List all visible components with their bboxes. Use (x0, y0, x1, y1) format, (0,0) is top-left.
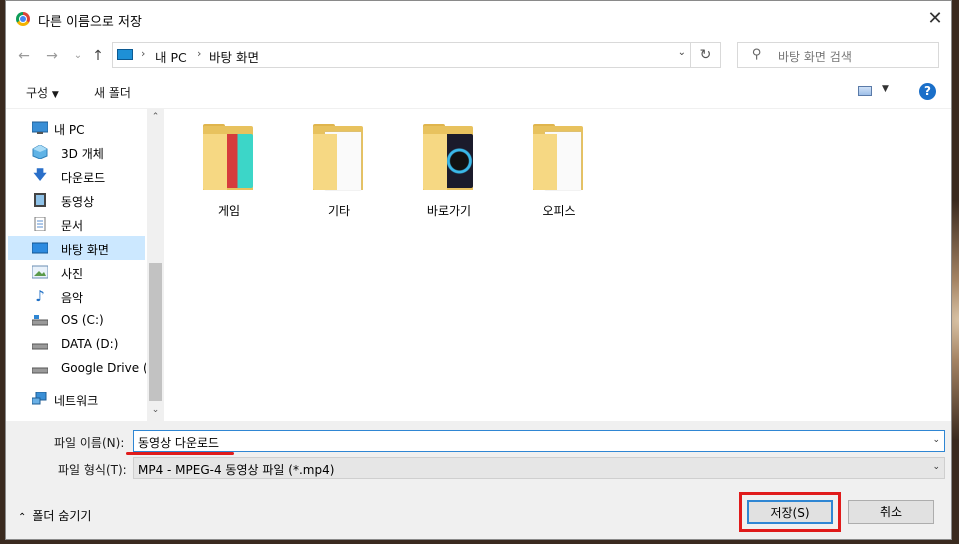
sidebar-item-3d-objects[interactable]: 3D 개체 (8, 140, 145, 164)
music-icon: ♪ (35, 287, 45, 305)
pc-icon (117, 49, 133, 60)
file-list: 게임 기타 바로가기 오피스 (164, 108, 951, 421)
sidebar-scrollbar[interactable]: ⌃ ⌄ (147, 108, 164, 421)
up-arrow-icon[interactable]: ↑ (88, 46, 108, 66)
sidebar-item-label: DATA (D:) (61, 337, 119, 351)
sidebar-item-label: 네트워크 (54, 394, 99, 408)
chevron-right-icon[interactable]: › (197, 47, 201, 60)
organize-label: 구성 (26, 86, 49, 100)
save-form: 파일 이름(N): 동영상 다운로드 ⌄ 파일 형식(T): MP4 - MPE… (6, 421, 951, 487)
sidebar-item-videos[interactable]: 동영상 (8, 188, 145, 212)
chevron-up-icon: ⌃ (18, 512, 27, 523)
save-as-dialog: 다른 이름으로 저장 ✕ ← → ⌄ ↑ › 내 PC › 바탕 화면 ⌄ ↻ … (5, 0, 952, 540)
new-folder-button[interactable]: 새 폴더 (94, 84, 131, 101)
toolbar: 구성 ▼ 새 폴더 ▼ ? (6, 75, 951, 109)
chevron-right-icon[interactable]: › (141, 47, 145, 60)
sidebar-item-label: 바탕 화면 (61, 243, 109, 257)
picture-icon (31, 265, 49, 279)
filetype-value: MP4 - MPEG-4 동영상 파일 (*.mp4) (138, 463, 335, 477)
sidebar-item-pictures[interactable]: 사진 (8, 260, 145, 284)
title-bar: 다른 이름으로 저장 ✕ (6, 1, 951, 37)
folder-label: 게임 (217, 204, 241, 218)
chevron-down-icon[interactable]: ⌄ (678, 47, 686, 58)
folder-label: 오피스 (542, 204, 576, 218)
back-arrow-icon[interactable]: ← (14, 46, 34, 66)
filename-input[interactable]: 동영상 다운로드 ⌄ (133, 430, 945, 452)
sidebar-item-label: 문서 (61, 219, 84, 233)
sidebar-item-downloads[interactable]: 🡇 다운로드 (8, 164, 145, 188)
window-title: 다른 이름으로 저장 (38, 15, 142, 30)
drive-icon (31, 361, 49, 375)
organize-button[interactable]: 구성 ▼ (26, 84, 59, 101)
view-options-icon[interactable] (858, 86, 872, 96)
sidebar-item-music[interactable]: ♪ 음악 (8, 284, 145, 308)
filetype-select[interactable]: MP4 - MPEG-4 동영상 파일 (*.mp4) ⌄ (133, 457, 945, 479)
folder-label: 바로가기 (426, 204, 472, 218)
sidebar-item-label: Google Drive (G (61, 361, 146, 375)
caret-down-icon[interactable]: ▼ (882, 84, 889, 94)
breadcrumb-desktop[interactable]: 바탕 화면 (209, 47, 259, 66)
hide-folders-button[interactable]: ⌃ 폴더 숨기기 (18, 507, 91, 524)
search-icon: ⚲ (752, 47, 762, 62)
document-icon (32, 216, 48, 232)
chevron-down-icon[interactable]: ⌄ (147, 402, 164, 419)
filename-value: 동영상 다운로드 (138, 436, 220, 450)
hide-folders-label: 폴더 숨기기 (32, 509, 92, 523)
folder-office[interactable]: 오피스 (519, 124, 599, 234)
scrollbar-thumb[interactable] (149, 263, 162, 401)
sidebar-item-label: 음악 (61, 291, 84, 305)
chevron-down-icon[interactable]: ⌄ (932, 435, 940, 445)
sidebar-item-label: OS (C:) (61, 313, 104, 327)
caret-down-icon: ▼ (51, 90, 59, 100)
drive-icon (31, 337, 49, 351)
help-icon[interactable]: ? (919, 83, 936, 100)
folder-label: 기타 (327, 204, 351, 218)
dialog-footer: ⌃ 폴더 숨기기 저장(S) 취소 (6, 487, 951, 539)
recent-locations-icon[interactable]: ⌄ (68, 46, 88, 66)
sidebar-item-desktop[interactable]: 바탕 화면 (8, 236, 145, 260)
cancel-button[interactable]: 취소 (848, 500, 934, 524)
sidebar-item-drive-g[interactable]: Google Drive (G (8, 356, 146, 380)
search-placeholder: 바탕 화면 검색 (778, 50, 852, 64)
close-icon[interactable]: ✕ (921, 5, 949, 33)
network-icon (31, 391, 48, 406)
sidebar-item-drive-c[interactable]: OS (C:) (8, 308, 145, 332)
pc-icon (31, 121, 49, 135)
folder-shortcuts[interactable]: 바로가기 (409, 124, 489, 234)
desktop-icon (31, 241, 49, 255)
video-icon (32, 193, 48, 207)
cube-icon (32, 144, 48, 160)
filename-label: 파일 이름(N): (54, 436, 125, 450)
download-icon: 🡇 (33, 168, 47, 183)
sidebar-item-drive-d[interactable]: DATA (D:) (8, 332, 145, 356)
search-box[interactable]: ⚲ 바탕 화면 검색 (737, 42, 939, 68)
address-bar[interactable]: › 내 PC › 바탕 화면 ⌄ ↻ (112, 42, 721, 68)
refresh-icon[interactable]: ↻ (690, 43, 720, 67)
save-button[interactable]: 저장(S) (747, 500, 833, 524)
sidebar-item-label: 사진 (61, 267, 84, 281)
filetype-label: 파일 형식(T): (58, 463, 127, 477)
chrome-icon (16, 12, 30, 26)
drive-icon (31, 313, 49, 327)
sidebar-item-this-pc[interactable]: 내 PC (8, 116, 145, 140)
forward-arrow-icon[interactable]: → (42, 46, 62, 66)
sidebar-item-documents[interactable]: 문서 (8, 212, 145, 236)
folder-games[interactable]: 게임 (189, 124, 269, 234)
navigation-pane: 내 PC 3D 개체 🡇 다운로드 동영상 문서 바탕 화면 사진 ♪ 음악 O… (6, 108, 164, 421)
chevron-down-icon[interactable]: ⌄ (932, 462, 940, 472)
sidebar-item-label: 동영상 (61, 195, 95, 209)
sidebar-item-label: 다운로드 (61, 171, 106, 185)
navigation-row: ← → ⌄ ↑ › 내 PC › 바탕 화면 ⌄ ↻ ⚲ 바탕 화면 검색 (6, 37, 951, 75)
sidebar-item-label: 3D 개체 (61, 147, 104, 161)
breadcrumb-this-pc[interactable]: 내 PC (155, 47, 187, 66)
folder-etc[interactable]: 기타 (299, 124, 379, 234)
red-underline-annotation (126, 452, 234, 455)
sidebar-item-network[interactable]: 네트워크 (8, 387, 145, 411)
sidebar-item-label: 내 PC (54, 123, 85, 137)
chevron-up-icon[interactable]: ⌃ (147, 109, 164, 126)
